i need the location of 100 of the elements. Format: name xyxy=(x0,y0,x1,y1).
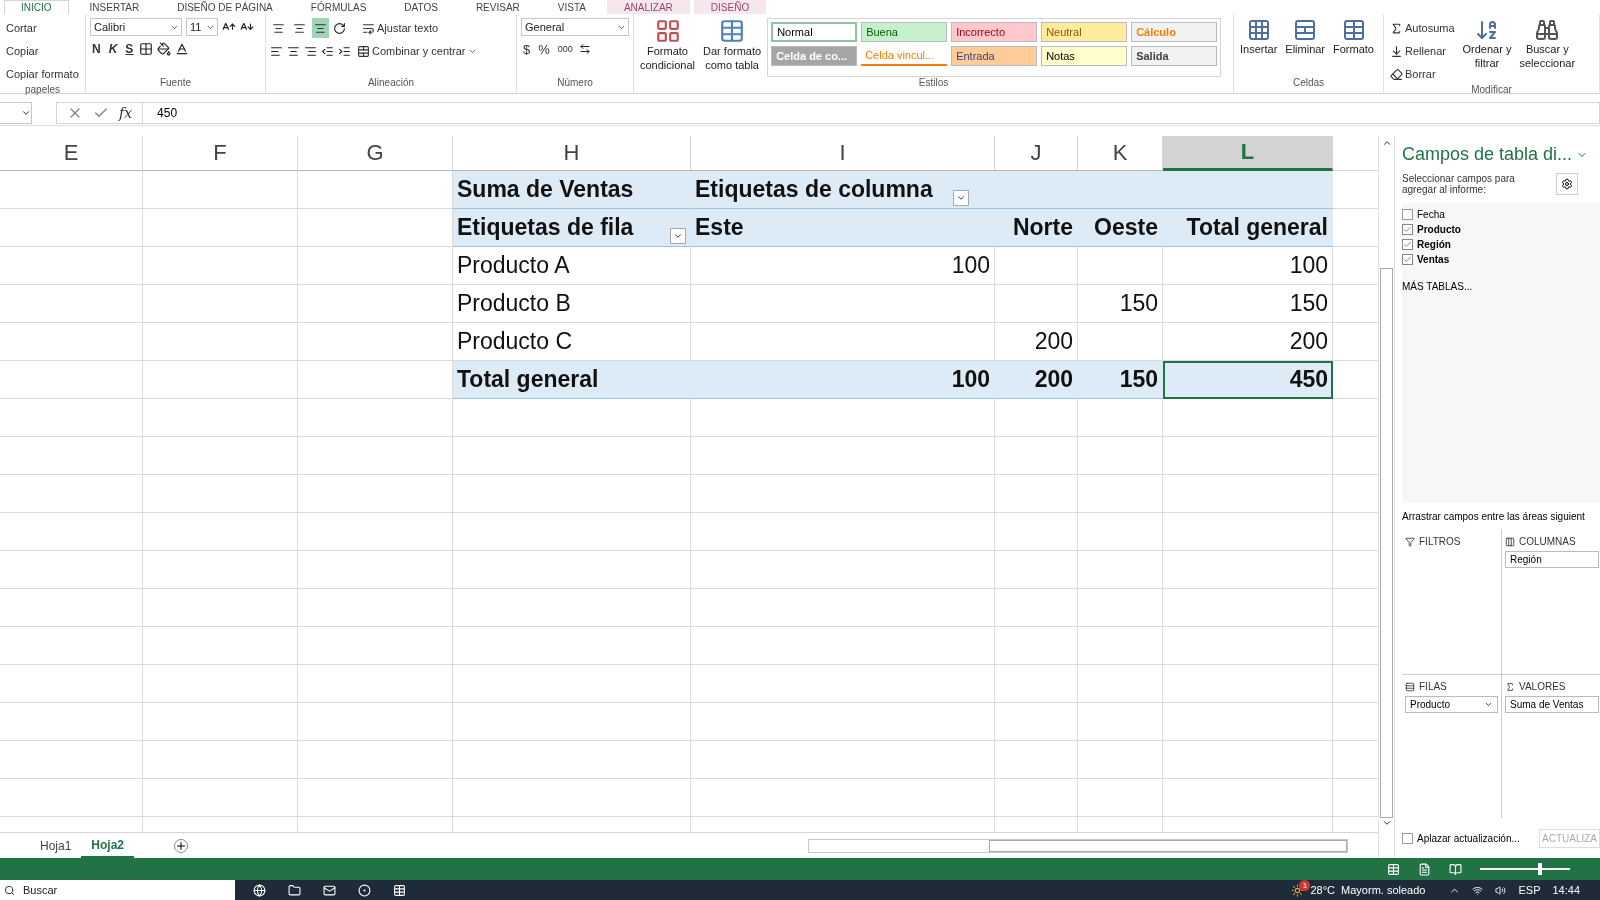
merge-center-button[interactable]: Combinar y centrar xyxy=(355,41,479,61)
cell-style[interactable]: Entrada xyxy=(951,46,1038,66)
number-format-button[interactable]: % xyxy=(536,39,552,59)
align-icon[interactable] xyxy=(304,44,317,58)
column-header: K xyxy=(1078,136,1163,171)
zoom-slider[interactable] xyxy=(1480,862,1570,876)
field-label[interactable]: Región xyxy=(1417,239,1451,250)
checkbox[interactable] xyxy=(1402,209,1413,220)
page-layout-icon[interactable] xyxy=(1418,862,1431,876)
cell-style[interactable]: Neutral xyxy=(1041,22,1128,42)
cell-style[interactable]: Normal xyxy=(771,22,858,42)
fill-button[interactable]: Rellenar xyxy=(1388,41,1457,61)
checkbox[interactable] xyxy=(1402,254,1413,265)
mail-icon[interactable] xyxy=(323,883,336,897)
font-style-button[interactable]: S xyxy=(123,39,136,59)
column-header-cell: Norte xyxy=(995,209,1078,247)
filter-icon xyxy=(1405,536,1415,547)
cells-button[interactable]: Insertar xyxy=(1238,18,1280,77)
find-select-button[interactable]: Buscar y seleccionar xyxy=(1517,18,1578,84)
caret-up-icon xyxy=(1381,138,1392,148)
cell-style[interactable]: Incorrecto xyxy=(951,22,1038,42)
fill-color-icon[interactable] xyxy=(157,42,172,56)
caret-icon xyxy=(955,193,966,203)
decrease-indent-icon[interactable] xyxy=(321,44,334,58)
align-icon[interactable] xyxy=(270,44,283,58)
weather-icon[interactable] xyxy=(1291,883,1305,897)
cell-style[interactable]: Buena xyxy=(861,22,948,42)
table-icon xyxy=(719,18,746,44)
eraser-icon xyxy=(1390,67,1403,81)
settings-button[interactable] xyxy=(1556,173,1578,195)
cells-button[interactable]: Eliminar xyxy=(1283,18,1328,77)
format-as-table-button[interactable]: Dar formato como tabla xyxy=(701,18,764,77)
formula-input[interactable]: 450 xyxy=(143,101,1600,124)
number-format-button[interactable]: 000 xyxy=(555,39,575,59)
clipboard-button[interactable]: Copiar formato xyxy=(4,64,81,84)
table-cell: Producto A xyxy=(453,247,691,285)
lines-icon xyxy=(314,21,327,35)
font-color-icon[interactable] xyxy=(175,42,190,56)
table-cell: 100 xyxy=(691,361,995,399)
spreadsheet-icon[interactable] xyxy=(393,883,406,897)
field-label[interactable]: Fecha xyxy=(1417,209,1445,220)
field-chip[interactable]: Suma de Ventas xyxy=(1505,696,1599,713)
area-title: FILAS xyxy=(1419,681,1447,692)
font-name-dropdown[interactable]: Calibri xyxy=(90,18,182,36)
group-label: Número xyxy=(556,77,594,90)
font-style-button[interactable]: K xyxy=(106,39,120,59)
area-title: VALORES xyxy=(1519,681,1566,692)
more-tables-link[interactable]: MÁS TABLAS... xyxy=(1402,281,1600,292)
wrap-text-button[interactable]: Ajustar texto xyxy=(360,18,441,38)
search-field[interactable]: Buscar xyxy=(0,880,235,900)
clipboard-button[interactable]: Copiar xyxy=(4,41,81,61)
number-format-button[interactable]: $ xyxy=(521,39,533,59)
selected-cell: 450 xyxy=(1163,361,1333,399)
panel-title: Campos de tabla di... xyxy=(1402,144,1573,165)
font-size-dropdown[interactable]: 11 xyxy=(186,18,218,36)
language-indicator[interactable]: ESP xyxy=(1518,884,1541,896)
volume-icon[interactable] xyxy=(1495,884,1507,896)
table-cell: Etiquetas de columna xyxy=(695,176,933,203)
cell-style[interactable]: Salida xyxy=(1131,46,1218,66)
font-style-button[interactable]: N xyxy=(90,39,103,59)
vertical-scrollbar[interactable] xyxy=(1378,136,1395,858)
column-header-cell: Total general xyxy=(1163,209,1333,247)
increase-indent-icon[interactable] xyxy=(338,44,351,58)
ribbon-tab[interactable]: ANALIZAR xyxy=(606,0,690,14)
ribbon-tab[interactable]: DISEÑO xyxy=(693,0,767,14)
table-cell: 100 xyxy=(1163,247,1333,285)
field-label[interactable]: Producto xyxy=(1417,224,1461,235)
borders-icon[interactable] xyxy=(139,42,154,56)
table-cell: Suma de Ventas xyxy=(453,171,691,209)
field-chip[interactable]: Región xyxy=(1505,551,1599,568)
orientation-icon[interactable] xyxy=(333,21,346,35)
ribbon-tab[interactable]: INICIO xyxy=(4,0,69,14)
weather-text[interactable]: 28°C Mayorm. soleado xyxy=(1310,884,1426,896)
normal-view-icon[interactable] xyxy=(1387,862,1400,876)
sort-filter-button[interactable]: Ordenar y filtrar xyxy=(1460,18,1514,84)
insert-function-button[interactable]: fx xyxy=(119,104,133,121)
wifi-icon[interactable] xyxy=(1472,884,1484,896)
checkbox[interactable] xyxy=(1402,832,1413,844)
align-icon[interactable] xyxy=(287,44,300,58)
group-label: Celdas xyxy=(1291,77,1326,90)
checkbox[interactable] xyxy=(1402,239,1413,250)
clipboard-button[interactable]: Cortar xyxy=(4,18,81,38)
settings-icon xyxy=(1561,178,1573,190)
clear-button[interactable]: Borrar xyxy=(1388,64,1457,84)
field-label[interactable]: Ventas xyxy=(1417,254,1450,265)
field-chip[interactable]: Producto xyxy=(1405,696,1498,713)
cell-style[interactable]: Notas xyxy=(1041,46,1128,66)
autosum-button[interactable]: Autosuma xyxy=(1388,18,1457,38)
folder-icon[interactable] xyxy=(288,883,301,897)
cells-button[interactable]: Formato xyxy=(1331,18,1376,77)
vertical-align-button[interactable] xyxy=(312,18,329,38)
horizontal-scrollbar[interactable] xyxy=(808,838,1348,853)
number-format-dropdown[interactable]: General xyxy=(521,18,629,36)
sigma-icon xyxy=(1390,21,1403,35)
grid-icon xyxy=(654,18,681,44)
checkbox[interactable] xyxy=(1402,224,1413,235)
rows-icon xyxy=(1405,681,1415,692)
column-header: H xyxy=(453,136,691,171)
conditional-format-button[interactable]: Formato condicional xyxy=(638,18,698,77)
page-break-icon[interactable] xyxy=(1449,862,1462,876)
